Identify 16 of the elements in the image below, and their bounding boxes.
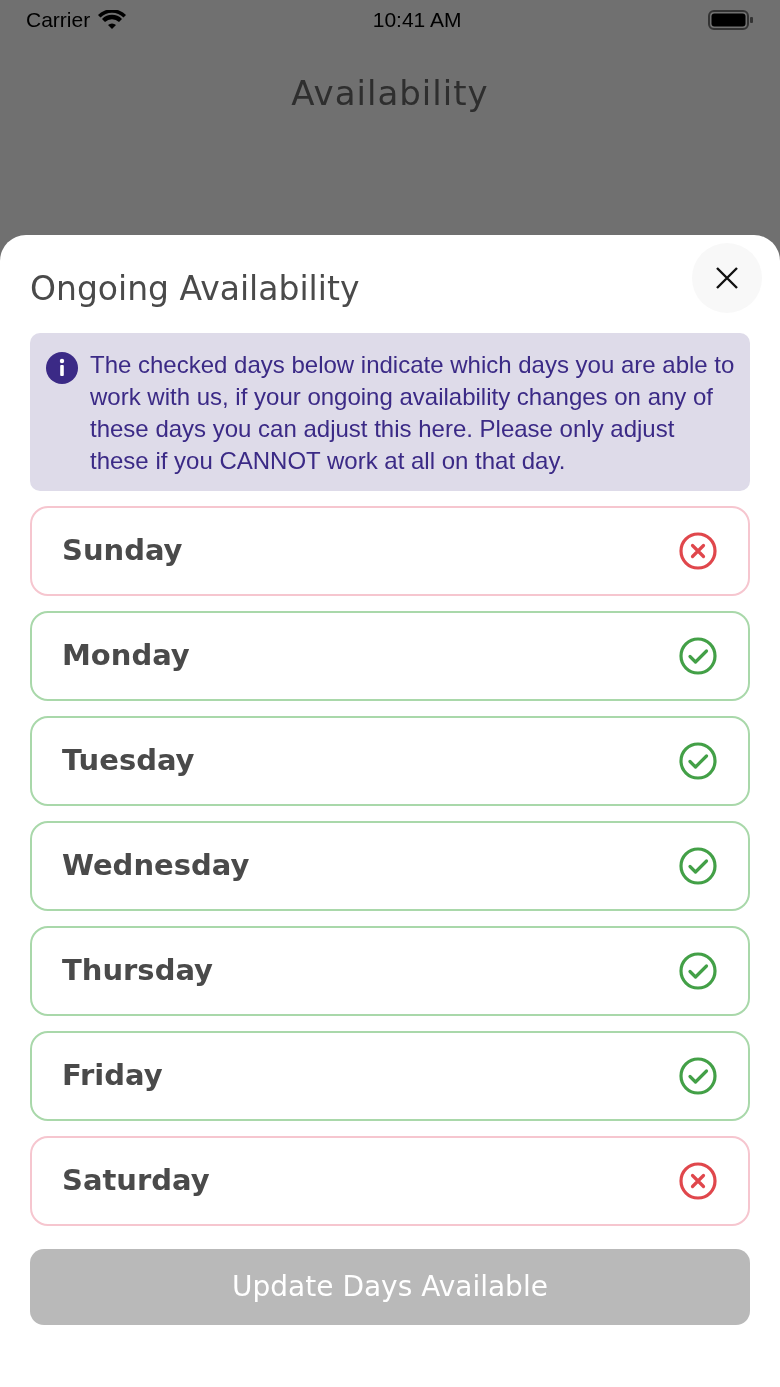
- clock-time: 10:41 AM: [372, 7, 462, 34]
- screen-title: Availability: [290, 72, 490, 115]
- info-icon: [46, 352, 78, 384]
- day-row[interactable]: Saturday: [30, 1136, 750, 1226]
- day-row[interactable]: Sunday: [30, 506, 750, 596]
- battery-icon: [708, 9, 754, 31]
- close-icon: [715, 266, 739, 290]
- info-text: The checked days below indicate which days you are able to work with us, if your ongoing availability changes on any of these days you can adjust this here. Please only adjust these if you CANNOT work at all on that day.: [90, 350, 736, 476]
- sheet-title: Ongoing Availability: [30, 268, 360, 311]
- day-row[interactable]: Tuesday: [30, 716, 750, 806]
- day-row[interactable]: Wednesday: [30, 821, 750, 911]
- day-row[interactable]: Monday: [30, 611, 750, 701]
- carrier-label: Carrier: [26, 7, 91, 34]
- day-row[interactable]: Thursday: [30, 926, 750, 1016]
- wifi-icon: [98, 10, 127, 30]
- day-row[interactable]: Friday: [30, 1031, 750, 1121]
